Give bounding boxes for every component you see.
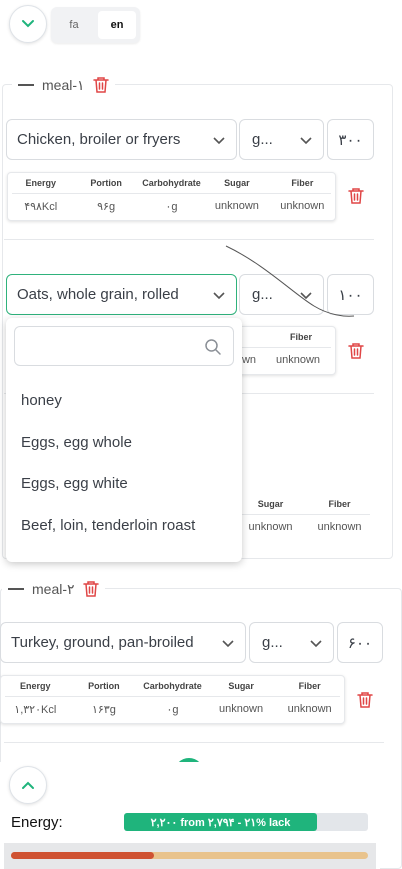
- quantity-input[interactable]: ۳۰۰: [327, 119, 374, 160]
- meal-header: meal-۲: [2, 579, 105, 599]
- unit-select-value: g...: [262, 634, 283, 651]
- trash-icon[interactable]: [92, 76, 109, 94]
- food-select-value: Chicken, broiler or fryers: [17, 131, 181, 148]
- nutrition-header: Energy: [20, 681, 51, 691]
- nutrition-table: Energy Portion Carbohydrate Sugar Fiber …: [7, 172, 336, 221]
- dropdown-option[interactable]: honey: [21, 392, 62, 409]
- meal-title: meal-۱: [42, 76, 85, 93]
- unit-select[interactable]: g...: [249, 622, 334, 663]
- expand-summary-button[interactable]: [9, 766, 47, 804]
- unit-select[interactable]: g...: [239, 119, 324, 160]
- trash-icon[interactable]: [357, 691, 373, 709]
- dropdown-option[interactable]: Beef, loin, tenderloin roast: [21, 517, 195, 534]
- nutrition-header: Portion: [88, 681, 120, 691]
- nutrition-header: Fiber: [289, 332, 312, 342]
- lang-en[interactable]: en: [98, 11, 136, 39]
- search-icon: [205, 339, 221, 355]
- trash-icon[interactable]: [348, 342, 364, 360]
- energy-bar-fill: ۲,۲۰۰ from ۲,۷۹۴ - ۲۱% lack: [124, 813, 317, 831]
- nutrition-value: unknown: [248, 521, 293, 533]
- nutrition-header: Sugar: [228, 681, 254, 691]
- nutrition-header: Carbohydrate: [142, 178, 201, 188]
- unit-select-value: g...: [252, 131, 273, 148]
- item-divider: [4, 239, 374, 240]
- nutrition-value: unknown: [214, 200, 259, 212]
- nutrition-value: ۱۶۳g: [91, 704, 116, 716]
- progress-fill: [11, 852, 154, 859]
- nutrition-value: unknown: [219, 703, 264, 715]
- food-select[interactable]: Chicken, broiler or fryers: [6, 119, 237, 160]
- nutrition-header: Sugar: [224, 178, 250, 188]
- chevron-down-icon: [310, 640, 322, 648]
- nutrition-value: unknown: [287, 703, 332, 715]
- language-switch: fa en: [51, 7, 140, 43]
- nutrition-header: Fiber: [291, 178, 314, 188]
- nutrition-header: Carbohydrate: [143, 681, 202, 691]
- nutrition-value: ۰g: [165, 201, 178, 213]
- nutrition-table: Sugar Fiber unknown unknown: [236, 494, 374, 538]
- collapse-meal-icon[interactable]: [18, 84, 34, 86]
- food-select-value: Turkey, ground, pan-broiled: [11, 634, 194, 651]
- nutrition-header: Fiber: [328, 499, 351, 509]
- chevron-down-icon: [222, 640, 234, 648]
- nutrition-value: ۰g: [166, 704, 179, 716]
- nutrition-header: Energy: [25, 178, 56, 188]
- nutrition-table: Fiber wn unknown: [236, 326, 336, 375]
- nutrition-table: Energy Portion Carbohydrate Sugar Fiber …: [0, 675, 345, 724]
- dropdown-search-input[interactable]: [14, 326, 234, 366]
- chevron-down-icon: [213, 137, 225, 145]
- meal-title: meal-۲: [32, 580, 75, 597]
- collapse-meal-icon[interactable]: [8, 588, 24, 590]
- energy-label: Energy:: [11, 814, 63, 831]
- dropdown-option[interactable]: Eggs, egg whole: [21, 434, 132, 451]
- food-dropdown: honey Eggs, egg whole Eggs, egg white Be…: [6, 318, 242, 562]
- nutrition-header: Portion: [90, 178, 122, 188]
- item-divider: [4, 742, 384, 743]
- food-select[interactable]: Oats, whole grain, rolled: [6, 274, 237, 315]
- drag-line: [225, 245, 355, 317]
- nutrition-value: unknown: [275, 354, 321, 366]
- lang-fa[interactable]: fa: [55, 11, 93, 39]
- food-select-value: Oats, whole grain, rolled: [17, 286, 179, 303]
- quantity-input[interactable]: ۶۰۰: [337, 622, 383, 663]
- trash-icon[interactable]: [348, 187, 364, 205]
- nutrition-value: ۱,۳۲۰Kcl: [14, 704, 57, 716]
- collapse-button[interactable]: [9, 5, 47, 43]
- food-select[interactable]: Turkey, ground, pan-broiled: [0, 622, 246, 663]
- dropdown-option[interactable]: Eggs, egg white: [21, 475, 128, 492]
- nutrition-header: Sugar: [257, 499, 284, 509]
- chevron-down-icon: [22, 20, 34, 28]
- nutrition-value: unknown: [317, 521, 362, 533]
- nutrition-value: ۹۶g: [97, 201, 116, 213]
- nutrition-value: unknown: [280, 200, 325, 212]
- nutrition-value: ۴۹۸Kcl: [24, 201, 58, 213]
- chevron-up-icon: [22, 781, 34, 789]
- trash-icon[interactable]: [82, 580, 99, 598]
- meal-header: meal-۱: [12, 75, 115, 95]
- nutrition-header: Fiber: [298, 681, 321, 691]
- chevron-down-icon: [300, 137, 312, 145]
